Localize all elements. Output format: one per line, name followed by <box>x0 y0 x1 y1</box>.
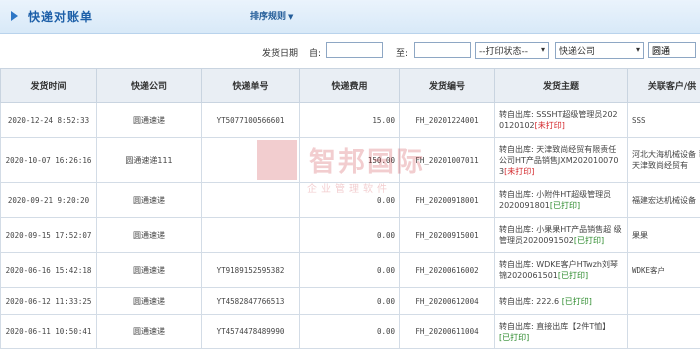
cell-courier: 圆通速递 <box>96 314 202 349</box>
title-bar: 快递对账单 排序规则 ▼ <box>0 0 700 34</box>
cell-subject[interactable]: 转自出库: 小果果HT产品销售超 级管理员2020091502[已打印] <box>494 217 628 253</box>
cell-ship-time: 2020-06-12 11:33:25 <box>0 287 97 315</box>
cell-fee: 0.00 <box>299 287 400 315</box>
date-to-label: 至: <box>396 49 409 59</box>
cell-subject[interactable]: 转自出库: SSSHT超级管理员202 0120102[未打印] <box>494 102 628 138</box>
cell-fee: 0.00 <box>299 252 400 288</box>
date-from-input[interactable] <box>326 42 383 58</box>
filter-bar: 发货日期 自: 至: --打印状态-- ▾ 快递公司 ▾ <box>0 34 700 68</box>
cell-customer: 福建宏达机械设备 <box>627 182 700 218</box>
courier-company-value: 快递公司 <box>559 47 596 57</box>
cell-ship-code[interactable]: FH_20201224001 <box>399 102 495 138</box>
cell-customer: 河北大海机械设备 司天津致尚经贸有 <box>627 137 700 183</box>
watermark-brand: 智邦国际 <box>309 147 425 178</box>
status-badge: [未打印] <box>534 121 565 130</box>
sort-rule-menu[interactable]: 排序规则 ▼ <box>250 9 293 22</box>
ship-code-link[interactable]: FH_20201224001 <box>415 116 478 125</box>
cell-fee: 15.00 <box>299 102 400 138</box>
cell-customer <box>627 287 700 315</box>
print-status-select[interactable]: --打印状态-- ▾ <box>475 42 549 59</box>
subject-link[interactable]: 转自出库: 222.6 <box>499 297 559 306</box>
cell-tracking: YT4574478489990 <box>201 314 300 349</box>
cell-fee: 0.00 <box>299 217 400 253</box>
col-header-ship-code[interactable]: 发货编号 <box>399 68 495 103</box>
cell-tracking: YT4582847766513 <box>201 287 300 315</box>
cell-courier: 圆通速递 <box>96 182 202 218</box>
triangle-arrow-icon <box>11 11 18 21</box>
table-row: 2020-06-16 15:42:18 圆通速递 YT9189152595382… <box>0 252 700 288</box>
ship-date-label: 发货日期 <box>262 49 299 59</box>
cell-customer <box>627 314 700 349</box>
ship-code-link[interactable]: FH_20200616002 <box>415 266 478 275</box>
cell-courier: 圆通速递 <box>96 102 202 138</box>
cell-ship-code[interactable]: FH_20200611004 <box>399 314 495 349</box>
page-title: 快递对账单 <box>28 10 94 24</box>
date-from-label: 自: <box>309 49 322 59</box>
cell-subject[interactable]: 转自出库: 直接出库【2件T恤】 [已打印] <box>494 314 628 349</box>
table-row: 2020-06-11 10:50:41 圆通速递 YT4574478489990… <box>0 314 700 349</box>
cell-subject[interactable]: 转自出库: 222.6 [已打印] <box>494 287 628 315</box>
cell-ship-code[interactable]: FH_20200612004 <box>399 287 495 315</box>
table-row: 2020-06-12 11:33:25 圆通速递 YT4582847766513… <box>0 287 700 315</box>
cell-subject[interactable]: 转自出库: 天津致尚经贸有限责任公司HT产品销售JXM202010070 3[未… <box>494 137 628 183</box>
table-row: 2020-12-24 8:52:33 圆通速递 YT5077100566601 … <box>0 102 700 138</box>
status-badge: [已打印] <box>499 332 530 342</box>
status-badge: [未打印] <box>504 166 535 176</box>
col-header-fee[interactable]: 快递费用 <box>299 68 400 103</box>
ship-code-link[interactable]: FH_20200612004 <box>415 297 478 306</box>
col-header-subject[interactable]: 发货主题 <box>494 68 628 103</box>
chevron-down-icon: ▾ <box>635 45 640 54</box>
cell-tracking: YT5077100566601 <box>201 102 300 138</box>
status-badge: [已打印] <box>557 271 589 280</box>
cell-subject[interactable]: 转自出库: 小附件HT超级管理员 2020091801[已打印] <box>494 182 628 218</box>
cell-subject[interactable]: 转自出库: WDKE客户HTwzh刘琴 锦2020061501[已打印] <box>494 252 628 288</box>
col-header-customer[interactable]: 关联客户/供 <box>627 68 700 103</box>
cell-ship-time: 2020-10-07 16:26:16 <box>0 137 97 183</box>
watermark-logo: 智邦国际 企业管理软件 <box>257 140 477 200</box>
status-badge: [已打印] <box>549 201 581 210</box>
col-header-tracking[interactable]: 快递单号 <box>201 68 300 103</box>
statement-table: 发货时间 快递公司 快递单号 快递费用 发货编号 发货主题 关联客户/供 202… <box>0 68 700 349</box>
col-header-ship-time[interactable]: 发货时间 <box>0 68 97 103</box>
cell-customer: SSS <box>627 102 700 138</box>
cell-ship-time: 2020-12-24 8:52:33 <box>0 102 97 138</box>
print-status-value: --打印状态-- <box>479 47 528 57</box>
courier-company-select[interactable]: 快递公司 ▾ <box>555 42 644 59</box>
cell-ship-code[interactable]: FH_20200915001 <box>399 217 495 253</box>
chevron-down-icon: ▾ <box>540 45 545 54</box>
subject-link[interactable]: 转自出库: 直接出库【2件T恤】 <box>499 322 610 331</box>
cell-ship-time: 2020-09-21 9:20:20 <box>0 182 97 218</box>
cell-customer: WDKE客户 <box>627 252 700 288</box>
chevron-down-icon: ▼ <box>288 13 294 21</box>
status-badge: [已打印] <box>573 236 605 245</box>
ship-code-link[interactable]: FH_20200611004 <box>415 327 478 336</box>
status-badge: [已打印] <box>561 296 592 306</box>
sort-rule-label: 排序规则 <box>250 12 287 22</box>
logo-mark-icon <box>257 140 297 180</box>
date-to-input[interactable] <box>414 42 471 58</box>
ship-code-link[interactable]: FH_20200915001 <box>415 231 478 240</box>
watermark-tagline: 企业管理软件 <box>307 184 391 195</box>
courier-name-input[interactable] <box>648 42 696 58</box>
cell-courier: 圆通速递111 <box>96 137 202 183</box>
cell-tracking <box>201 217 300 253</box>
cell-fee: 0.00 <box>299 314 400 349</box>
table-row: 2020-09-15 17:52:07 圆通速递 0.00 FH_2020091… <box>0 217 700 253</box>
cell-ship-code[interactable]: FH_20200616002 <box>399 252 495 288</box>
cell-courier: 圆通速递 <box>96 217 202 253</box>
cell-courier: 圆通速递 <box>96 287 202 315</box>
cell-ship-time: 2020-06-11 10:50:41 <box>0 314 97 349</box>
table-header-row: 发货时间 快递公司 快递单号 快递费用 发货编号 发货主题 关联客户/供 <box>0 68 700 103</box>
cell-ship-time: 2020-09-15 17:52:07 <box>0 217 97 253</box>
cell-customer: 果果 <box>627 217 700 253</box>
cell-courier: 圆通速递 <box>96 252 202 288</box>
cell-ship-time: 2020-06-16 15:42:18 <box>0 252 97 288</box>
cell-tracking: YT9189152595382 <box>201 252 300 288</box>
col-header-courier[interactable]: 快递公司 <box>96 68 202 103</box>
